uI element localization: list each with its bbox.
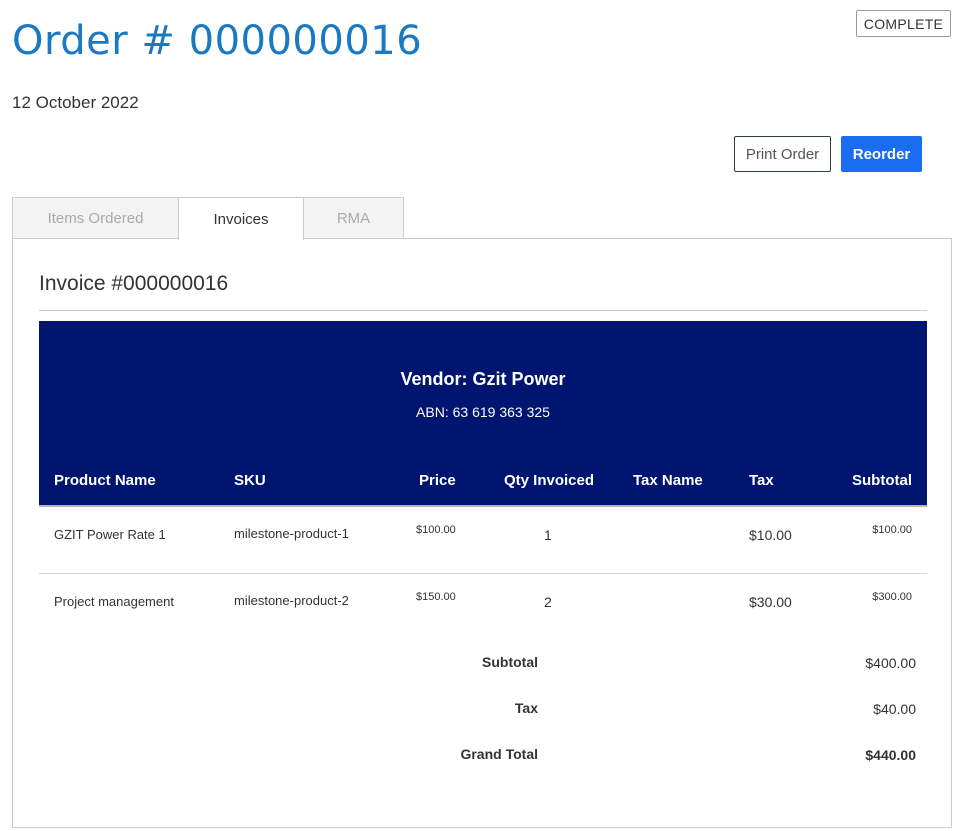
table-row: Project management milestone-product-2 $… [39, 574, 927, 641]
cell-product-name: Project management [54, 594, 174, 609]
tabs: Items Ordered Invoices RMA [12, 197, 404, 240]
cell-price: $100.00 [416, 524, 456, 536]
col-header-qty: Qty Invoiced [504, 472, 595, 489]
cell-sku: milestone-product-1 [234, 526, 349, 541]
print-order-button[interactable]: Print Order [734, 136, 831, 172]
col-header-subtotal: Subtotal [852, 472, 912, 489]
col-header-tax-name: Tax Name [633, 472, 703, 489]
order-date: 12 October 2022 [12, 93, 139, 112]
totals-subtotal-label: Subtotal [482, 654, 538, 670]
totals-subtotal-value: $400.00 [865, 655, 916, 671]
vendor-name: Vendor: Gzit Power [400, 369, 566, 389]
cell-sku: milestone-product-2 [234, 593, 349, 608]
cell-subtotal: $100.00 [872, 524, 912, 536]
grand-total-value: $440.00 [865, 747, 916, 763]
cell-subtotal: $300.00 [872, 591, 912, 603]
col-header-sku: SKU [234, 472, 266, 489]
cell-tax: $30.00 [749, 594, 792, 610]
cell-qty: 2 [544, 594, 552, 610]
invoice-title: Invoice #000000016 [39, 272, 229, 295]
cell-qty: 1 [544, 527, 552, 543]
cell-product-name: GZIT Power Rate 1 [54, 527, 166, 542]
reorder-button[interactable]: Reorder [841, 136, 922, 172]
col-header-product-name: Product Name [54, 472, 156, 489]
order-title: Order # 000000016 [12, 18, 423, 64]
totals-tax-label: Tax [514, 700, 538, 716]
table-row: GZIT Power Rate 1 milestone-product-1 $1… [39, 507, 927, 574]
totals-tax-value: $40.00 [873, 701, 916, 717]
tab-invoices[interactable]: Invoices [178, 197, 304, 240]
col-header-tax: Tax [749, 472, 774, 489]
status-badge: COMPLETE [856, 10, 951, 37]
cell-tax: $10.00 [749, 527, 792, 543]
invoice-panel: Invoice #000000016 Vendor: Gzit Power AB… [12, 238, 952, 828]
tab-items-ordered[interactable]: Items Ordered [12, 197, 179, 239]
tab-rma[interactable]: RMA [303, 197, 404, 239]
vendor-abn: ABN: 63 619 363 325 [416, 404, 550, 420]
cell-price: $150.00 [416, 591, 456, 603]
invoice-table-header: Vendor: Gzit Power ABN: 63 619 363 325 P… [39, 321, 927, 505]
divider [39, 310, 927, 311]
col-header-price: Price [419, 472, 456, 489]
grand-total-label: Grand Total [460, 746, 538, 762]
